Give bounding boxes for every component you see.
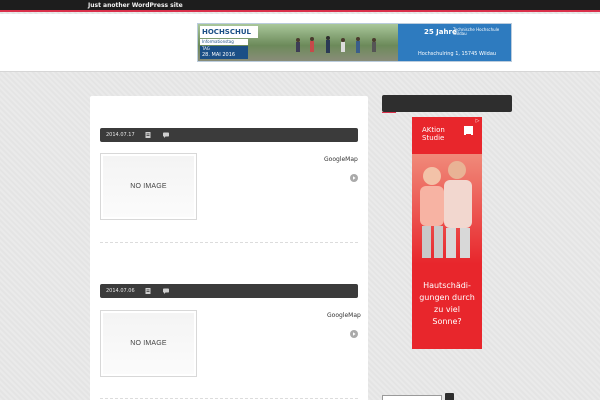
search-input[interactable] xyxy=(382,395,442,400)
category-icon[interactable] xyxy=(144,287,152,295)
post-divider xyxy=(100,398,358,399)
site-tagline: Just another WordPress site xyxy=(88,2,183,9)
ad-choices-icon[interactable]: ▷ xyxy=(474,118,481,124)
widget-accent-line xyxy=(382,112,396,113)
ad-logo-icon xyxy=(464,126,473,139)
ad-title: AKtion Studie xyxy=(422,126,445,142)
category-icon[interactable] xyxy=(144,131,152,139)
post-date: 2014.07.17 xyxy=(106,132,135,138)
sidebar-ad[interactable]: ▷ AKtion Studie Hautschädi- gungen durch… xyxy=(412,117,482,349)
ad-body-line: Hautschädi- xyxy=(423,281,471,290)
ad-title-line: AKtion xyxy=(422,126,445,134)
top-bar: Just another WordPress site xyxy=(0,0,600,12)
comment-icon[interactable] xyxy=(162,287,170,295)
banner-people-image xyxy=(296,36,376,53)
post-date: 2014.07.06 xyxy=(106,288,135,294)
no-image-placeholder: NO IMAGE xyxy=(103,313,194,374)
post-thumbnail[interactable]: NO IMAGE xyxy=(100,310,197,377)
banner-photo: HOCHSCHUL Informationstag TAG 28. MAI 20… xyxy=(198,24,398,61)
sidebar-widget-header xyxy=(382,95,512,112)
post-meta-bar: 2014.07.17 xyxy=(100,128,358,142)
post-thumbnail[interactable]: NO IMAGE xyxy=(100,153,197,220)
post-title[interactable]: GoogleMap xyxy=(327,312,361,320)
ad-body-text: Hautschädi- gungen durch zu viel Sonne? xyxy=(414,280,480,328)
banner-date: 28. MAI 2016 xyxy=(200,52,248,59)
read-more-icon[interactable] xyxy=(350,330,358,338)
banner-right-panel: 25 Jahre Technische Hochschule Wildau Ho… xyxy=(398,24,511,61)
header-banner-ad[interactable]: HOCHSCHUL Informationstag TAG 28. MAI 20… xyxy=(197,23,512,62)
banner-anniversary: 25 Jahre xyxy=(424,28,457,36)
ad-body-line: gungen durch xyxy=(419,293,475,302)
ad-title-line: Studie xyxy=(422,134,445,142)
banner-subtitle-1: Informationstag xyxy=(200,39,248,45)
search-button[interactable] xyxy=(445,393,454,400)
comment-icon[interactable] xyxy=(162,131,170,139)
ad-body-line: Sonne? xyxy=(432,317,462,326)
post-meta-bar: 2014.07.06 xyxy=(100,284,358,298)
no-image-placeholder: NO IMAGE xyxy=(103,156,194,217)
ad-body-line: zu viel xyxy=(434,305,460,314)
banner-logo-text: HOCHSCHUL xyxy=(200,26,258,38)
post-title[interactable]: GoogleMap xyxy=(324,156,358,164)
banner-institution: Technische Hochschule Wildau xyxy=(453,27,500,36)
banner-address: Hochschulring 1, 15745 Wildau xyxy=(418,51,497,57)
ad-photo xyxy=(412,154,482,264)
read-more-icon[interactable] xyxy=(350,174,358,182)
banner-date-text: 28. MAI 2016 xyxy=(202,52,236,58)
post-divider xyxy=(100,242,358,243)
